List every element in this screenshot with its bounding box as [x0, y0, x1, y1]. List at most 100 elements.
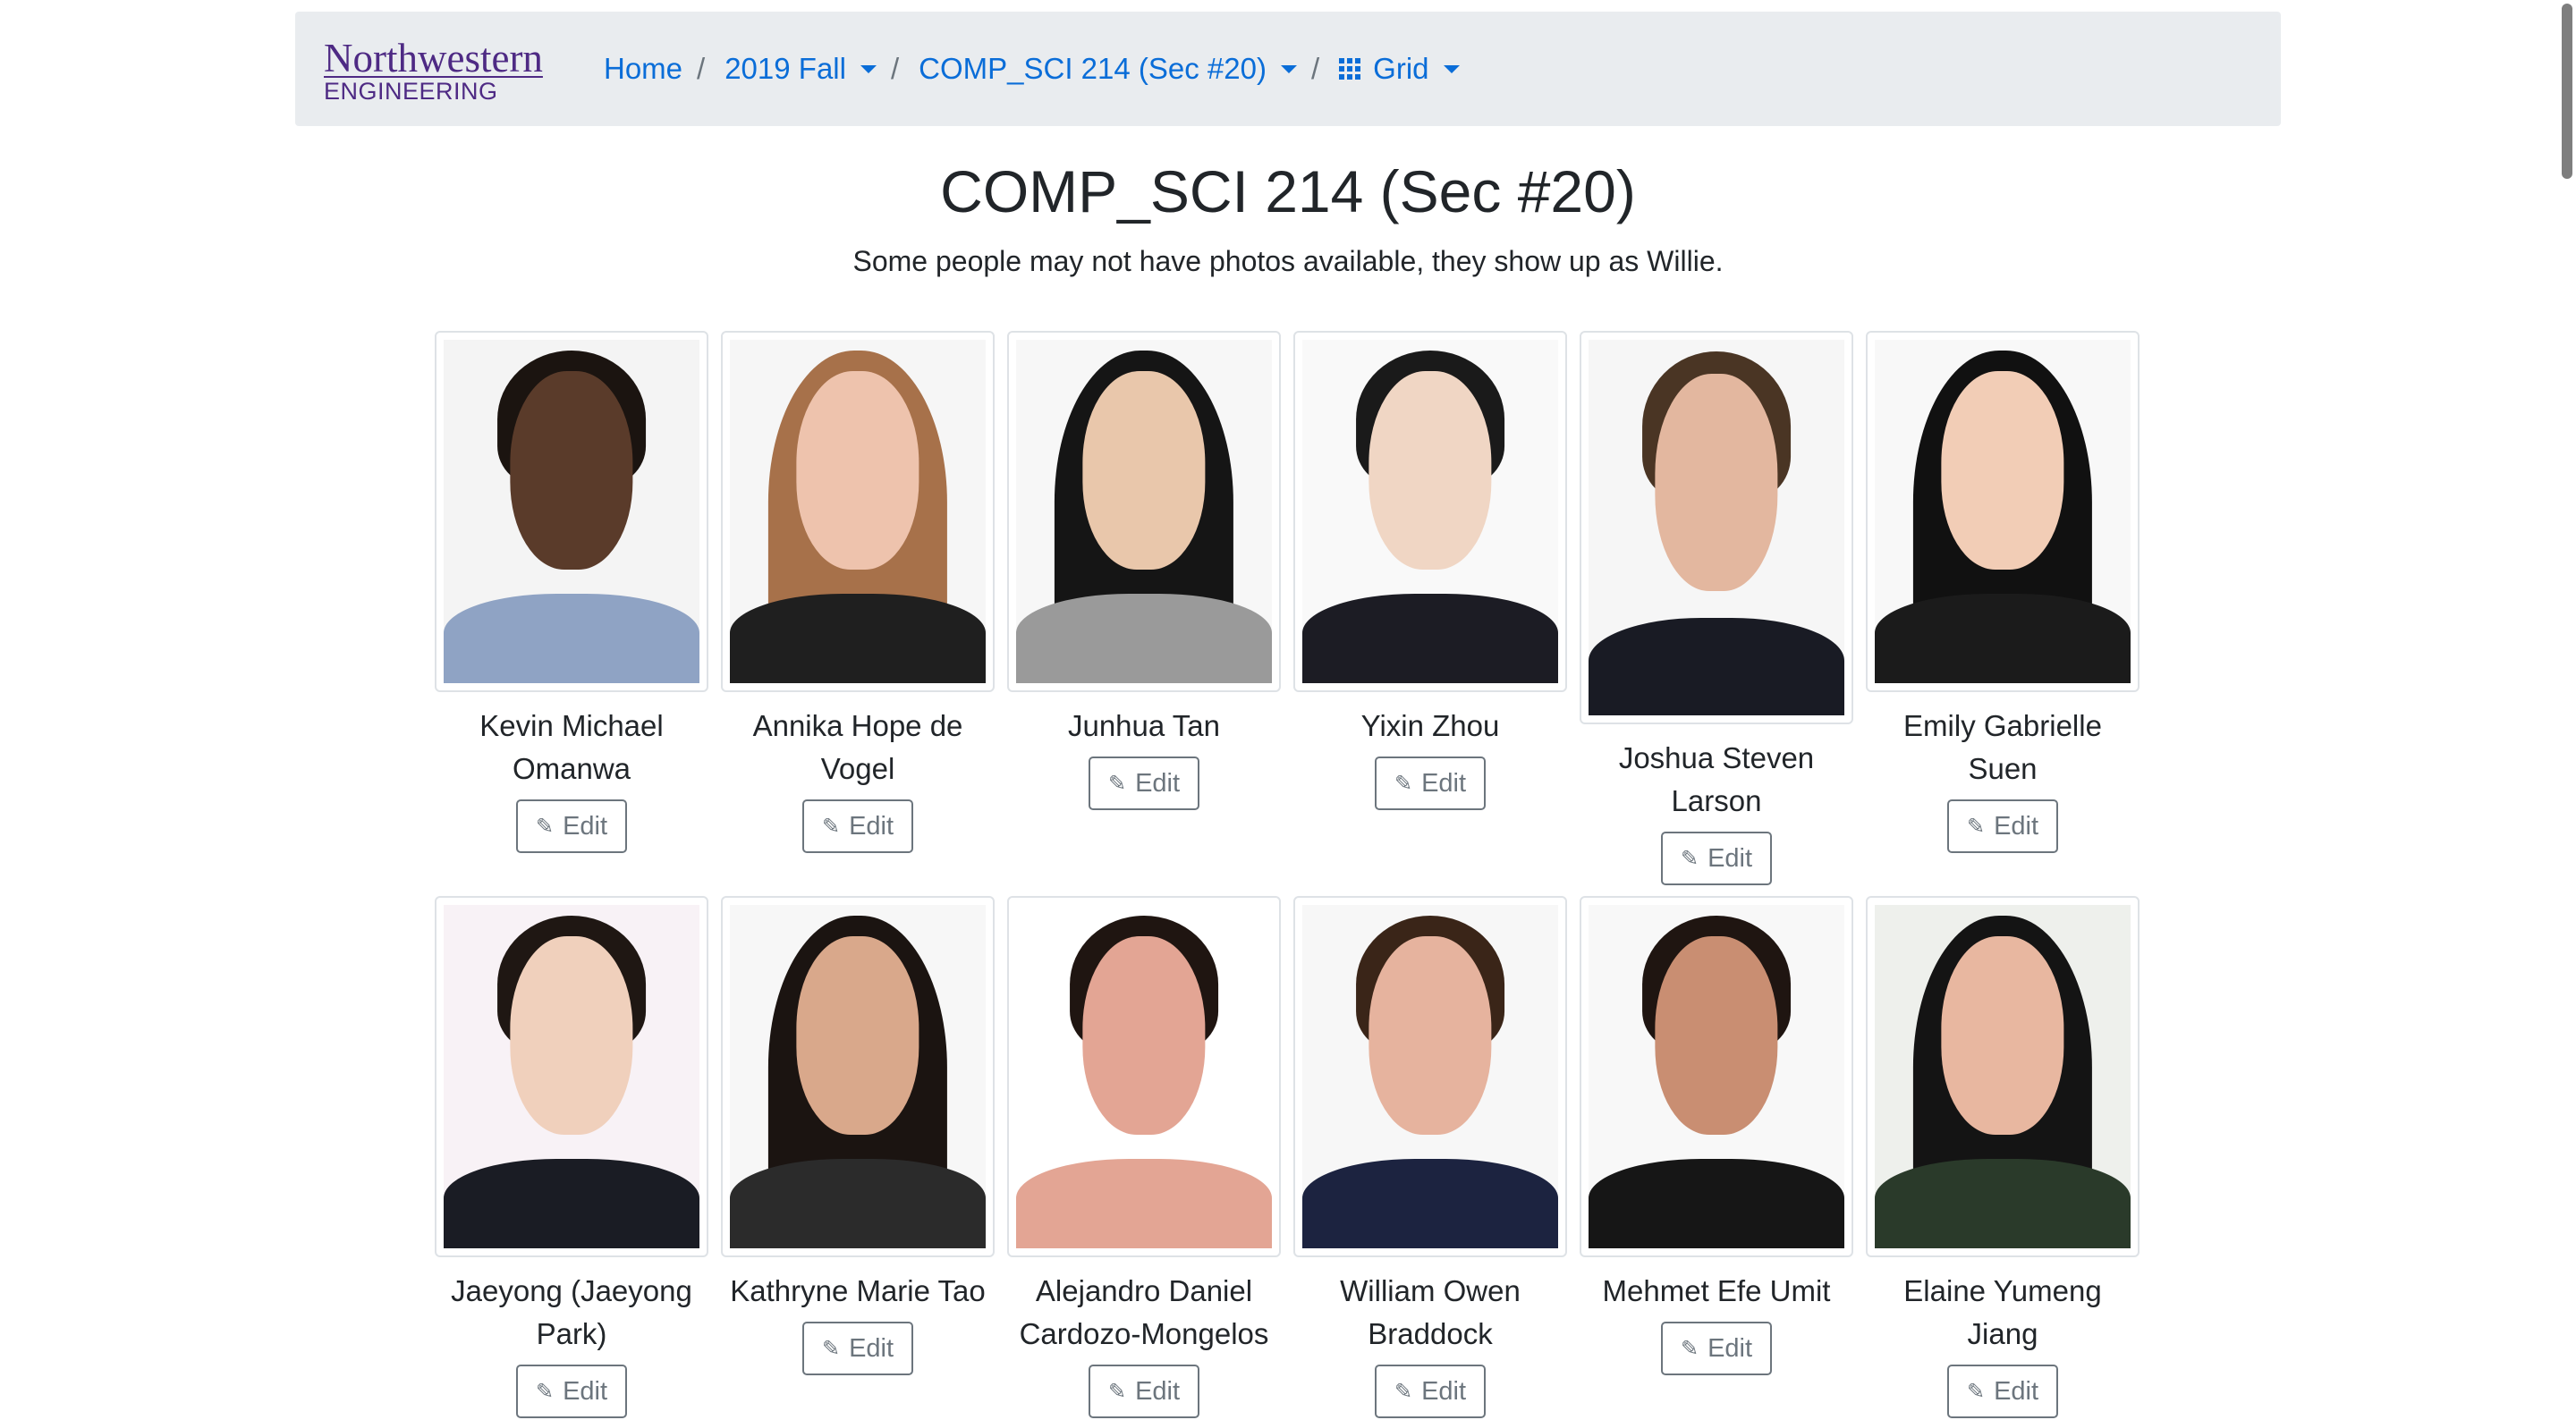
- portrait-face: [1368, 370, 1492, 571]
- person-card: Emily Gabrielle Suen ✎ Edit: [1866, 331, 2140, 885]
- person-card: Annika Hope de Vogel ✎ Edit: [721, 331, 995, 885]
- portrait-shoulders: [1016, 594, 1272, 683]
- person-name: Kevin Michael Omanwa: [479, 709, 664, 785]
- portrait-shoulders: [1589, 617, 1844, 715]
- portrait-image: [1589, 340, 1844, 715]
- edit-button-label: Edit: [849, 811, 894, 841]
- portrait-image: [1589, 905, 1844, 1248]
- pencil-icon: ✎: [821, 814, 841, 839]
- person-photo[interactable]: [1580, 896, 1853, 1257]
- grid-icon: [1339, 58, 1361, 80]
- edit-button[interactable]: ✎ Edit: [801, 1322, 914, 1375]
- person-card: Jaeyong (Jaeyong Park) ✎ Edit: [435, 896, 708, 1418]
- portrait-shoulders: [444, 594, 699, 683]
- chevron-down-icon: [1443, 64, 1460, 73]
- edit-button[interactable]: ✎ Edit: [1660, 832, 1773, 885]
- scrollbar[interactable]: [2556, 0, 2576, 1420]
- edit-button-label: Edit: [1421, 768, 1467, 798]
- portrait-shoulders: [1302, 1159, 1558, 1248]
- person-photo[interactable]: [1007, 896, 1281, 1257]
- portrait-face: [1655, 373, 1778, 592]
- edit-button-label: Edit: [563, 1376, 608, 1406]
- edit-button[interactable]: ✎ Edit: [1374, 756, 1487, 810]
- edit-button[interactable]: ✎ Edit: [801, 799, 914, 853]
- pencil-icon: ✎: [1107, 1379, 1127, 1404]
- person-photo[interactable]: [1293, 896, 1567, 1257]
- person-photo[interactable]: [435, 896, 708, 1257]
- scrollbar-thumb[interactable]: [2562, 4, 2572, 179]
- person-card: Alejandro Daniel Cardozo-Mongelos ✎ Edit: [1007, 896, 1281, 1418]
- breadcrumb-home-link[interactable]: Home: [604, 52, 682, 86]
- portrait-face: [1655, 935, 1778, 1136]
- course-dropdown[interactable]: COMP_SCI 214 (Sec #20): [919, 52, 1297, 86]
- person-card: Kevin Michael Omanwa ✎ Edit: [435, 331, 708, 885]
- portrait-face: [796, 935, 919, 1136]
- page-title: COMP_SCI 214 (Sec #20): [940, 158, 1636, 224]
- person-name: Annika Hope de Vogel: [752, 709, 963, 785]
- pencil-icon: ✎: [1394, 771, 1413, 796]
- edit-button[interactable]: ✎ Edit: [515, 799, 628, 853]
- edit-button-label: Edit: [849, 1333, 894, 1363]
- edit-button[interactable]: ✎ Edit: [1374, 1365, 1487, 1418]
- person-photo[interactable]: [1866, 896, 2140, 1257]
- pencil-icon: ✎: [535, 814, 555, 839]
- pencil-icon: ✎: [1107, 771, 1127, 796]
- portrait-shoulders: [1589, 1159, 1844, 1248]
- person-photo[interactable]: [1580, 331, 1853, 724]
- person-card: Mehmet Efe Umit ✎ Edit: [1580, 896, 1853, 1418]
- page-subtitle: Some people may not have photos availabl…: [852, 245, 1724, 277]
- person-name: Mehmet Efe Umit: [1602, 1274, 1831, 1307]
- edit-button-label: Edit: [1135, 1376, 1181, 1406]
- course-label: COMP_SCI 214 (Sec #20): [919, 52, 1267, 85]
- edit-button[interactable]: ✎ Edit: [1946, 799, 2059, 853]
- portrait-shoulders: [1875, 594, 2131, 683]
- person-photo[interactable]: [721, 331, 995, 692]
- pencil-icon: ✎: [535, 1379, 555, 1404]
- person-photo[interactable]: [1866, 331, 2140, 692]
- person-card: Joshua Steven Larson ✎ Edit: [1580, 331, 1853, 885]
- edit-button-label: Edit: [1994, 811, 2039, 841]
- term-dropdown[interactable]: 2019 Fall: [724, 52, 877, 86]
- person-name: Elaine Yumeng Jiang: [1903, 1274, 2102, 1350]
- edit-button-label: Edit: [1707, 1333, 1753, 1363]
- breadcrumb: Home / 2019 Fall / COMP_SCI 214 (Sec #20…: [604, 12, 1460, 126]
- edit-button[interactable]: ✎ Edit: [1946, 1365, 2059, 1418]
- edit-button[interactable]: ✎ Edit: [515, 1365, 628, 1418]
- portrait-face: [510, 935, 633, 1136]
- pencil-icon: ✎: [1966, 1379, 1986, 1404]
- person-card: Yixin Zhou ✎ Edit: [1293, 331, 1567, 885]
- person-name: Emily Gabrielle Suen: [1903, 709, 2102, 785]
- edit-button-label: Edit: [1994, 1376, 2039, 1406]
- person-name: Kathryne Marie Tao: [730, 1274, 986, 1307]
- portrait-image: [1016, 340, 1272, 683]
- portrait-face: [796, 370, 919, 571]
- portrait-face: [1941, 370, 2064, 571]
- portrait-image: [444, 340, 699, 683]
- portrait-face: [1941, 935, 2064, 1136]
- portrait-shoulders: [1302, 594, 1558, 683]
- portrait-image: [730, 905, 986, 1248]
- term-label: 2019 Fall: [724, 52, 846, 85]
- person-card: William Owen Braddock ✎ Edit: [1293, 896, 1567, 1418]
- person-photo[interactable]: [435, 331, 708, 692]
- edit-button-label: Edit: [1707, 843, 1753, 873]
- person-photo[interactable]: [1293, 331, 1567, 692]
- northwestern-engineering-logo[interactable]: Northwestern ENGINEERING: [324, 38, 543, 104]
- logo-wordmark: Northwestern: [324, 36, 543, 80]
- portrait-image: [1875, 905, 2131, 1248]
- pencil-icon: ✎: [1680, 1336, 1699, 1361]
- portrait-image: [1302, 340, 1558, 683]
- edit-button[interactable]: ✎ Edit: [1660, 1322, 1773, 1375]
- person-name: Yixin Zhou: [1360, 709, 1500, 742]
- person-photo[interactable]: [1007, 331, 1281, 692]
- edit-button-label: Edit: [563, 811, 608, 841]
- chevron-down-icon: [860, 64, 877, 73]
- edit-button[interactable]: ✎ Edit: [1088, 1365, 1200, 1418]
- edit-button[interactable]: ✎ Edit: [1088, 756, 1200, 810]
- portrait-face: [1368, 935, 1492, 1136]
- person-photo[interactable]: [721, 896, 995, 1257]
- view-dropdown[interactable]: Grid: [1339, 52, 1460, 86]
- portrait-image: [730, 340, 986, 683]
- edit-button-label: Edit: [1421, 1376, 1467, 1406]
- portrait-shoulders: [444, 1159, 699, 1248]
